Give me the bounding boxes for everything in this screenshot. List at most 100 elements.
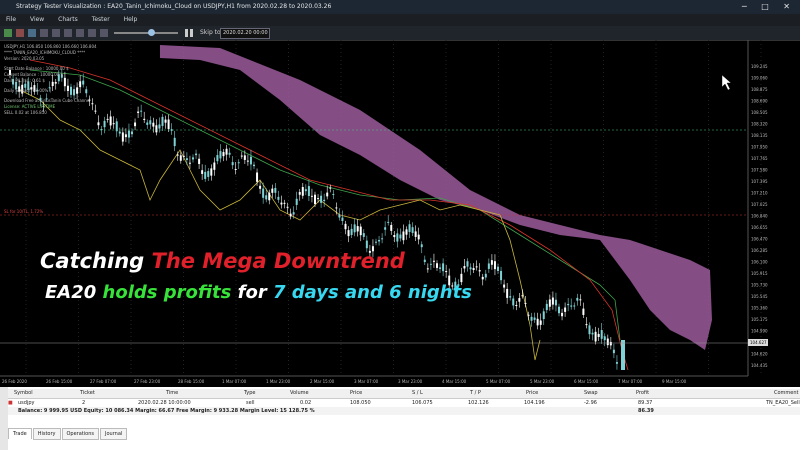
overlay-title-a: Catching [40, 249, 152, 273]
terminal-panel: Symbol Ticket Time Type Volume Price S /… [0, 387, 800, 450]
speed-slider-knob[interactable] [148, 29, 155, 36]
tab-trade[interactable]: Trade [8, 428, 32, 439]
candle-body [304, 189, 307, 192]
col-price[interactable]: Price [350, 390, 362, 396]
candle-body [490, 260, 493, 265]
col-symbol[interactable]: Symbol [14, 390, 33, 396]
candle-body [155, 125, 158, 133]
col-swap[interactable]: Swap [584, 390, 598, 396]
position-icon: ■ [8, 400, 13, 406]
candle-body [567, 303, 570, 306]
candle-body [548, 299, 551, 307]
candle-body [484, 273, 487, 278]
price-tick: 104.435 [751, 363, 768, 368]
price-tick: 106.100 [751, 260, 768, 265]
chart-area[interactable]: SL for 10/TL, 1.72% 109.245 109.060 108.875… [0, 40, 800, 387]
candle-body [554, 299, 557, 306]
row-ticket: 2 [82, 400, 86, 406]
candle-body [207, 171, 210, 177]
col-profit[interactable]: Profit [636, 390, 649, 396]
cursor-icon [721, 74, 732, 91]
candle-body [259, 185, 262, 189]
menu-view[interactable]: View [30, 16, 44, 23]
col-time[interactable]: Time [166, 390, 178, 396]
stop-icon [16, 29, 24, 37]
candle-body [350, 228, 353, 235]
candle-body [362, 233, 365, 237]
toolbox-side[interactable] [0, 387, 8, 450]
candle-body [140, 110, 143, 112]
candle-body [347, 230, 350, 237]
pause-icon[interactable] [184, 28, 194, 38]
candle-body [509, 296, 512, 298]
candle-body [112, 123, 115, 125]
price-tick: 107.765 [751, 156, 768, 161]
row-volume: 0.02 [300, 400, 312, 406]
price-tick: 105.730 [751, 283, 768, 288]
candle-body [265, 195, 268, 200]
candle-body [487, 263, 490, 269]
menu-bar: File View Charts Tester Help [0, 14, 800, 26]
row-price: 108.050 [350, 400, 371, 406]
col-type[interactable]: Type [244, 390, 255, 396]
candle-body [359, 226, 362, 236]
candle-body [210, 168, 213, 176]
time-tick: 9 Mar 15:00 [662, 379, 687, 384]
time-tick: 1 Mar 23:00 [266, 379, 291, 384]
menu-charts[interactable]: Charts [58, 16, 78, 23]
candle-body [533, 317, 536, 320]
candle-body [234, 169, 237, 171]
price-tick: 107.580 [751, 168, 768, 173]
col-ticket[interactable]: Ticket [80, 390, 95, 396]
row-symbol: usdjpy [18, 400, 35, 406]
col-comment[interactable]: Comment [774, 390, 799, 396]
price-tick: 106.655 [751, 225, 768, 230]
tab-journal[interactable]: Journal [100, 428, 128, 440]
window-controls[interactable]: ─ □ ✕ [742, 0, 796, 14]
skip-date-field[interactable]: 2020.02.20 00:00 [220, 28, 270, 39]
price-chart[interactable]: SL for 10/TL, 1.72% 109.245 109.060 108.875… [0, 40, 800, 387]
candle-body [530, 316, 533, 321]
candle-body [185, 158, 188, 160]
tab-operations[interactable]: Operations [61, 428, 99, 440]
candle-body [405, 229, 408, 235]
candle-body [228, 152, 231, 155]
col-price2[interactable]: Price [526, 390, 538, 396]
candle-body [283, 202, 286, 204]
candle-body [594, 331, 597, 342]
col-tp[interactable]: T / P [470, 390, 481, 396]
candle-body [527, 314, 530, 316]
speed-slider[interactable] [114, 29, 178, 36]
chikou-line [19, 89, 541, 361]
candle-body [256, 172, 259, 182]
col-volume[interactable]: Volume [290, 390, 309, 396]
tab-history[interactable]: History [32, 428, 61, 440]
candle-body [280, 202, 283, 205]
candle-body [307, 186, 310, 196]
candle-body [426, 268, 429, 270]
price-tick: 105.360 [751, 306, 768, 311]
menu-help[interactable]: Help [124, 16, 138, 23]
overlay-sub-c: for [231, 282, 273, 303]
time-tick: 4 Mar 15:00 [442, 379, 467, 384]
toolbar-icons[interactable] [4, 28, 108, 38]
menu-file[interactable]: File [6, 16, 16, 23]
candle-body [127, 130, 130, 138]
candle-body [97, 122, 100, 126]
candle-body [429, 263, 432, 265]
col-sl[interactable]: S / L [412, 390, 423, 396]
candle-icon [76, 29, 84, 37]
candle-body [561, 312, 564, 317]
candle-body [323, 199, 326, 202]
price-tick: 108.505 [751, 110, 768, 115]
candle-body [195, 153, 198, 156]
table-row[interactable]: ■ usdjpy 2 2020.02.28 10:00:00 sell 0.02… [8, 399, 800, 407]
candle-body [408, 224, 411, 232]
menu-tester[interactable]: Tester [92, 16, 110, 23]
candle-body [475, 266, 478, 268]
candle-body [621, 340, 625, 370]
row-profit: 89.37 [638, 400, 653, 406]
time-tick: 2 Mar 15:00 [310, 379, 335, 384]
candle-body [536, 318, 539, 326]
price-tick: 107.210 [751, 191, 768, 196]
